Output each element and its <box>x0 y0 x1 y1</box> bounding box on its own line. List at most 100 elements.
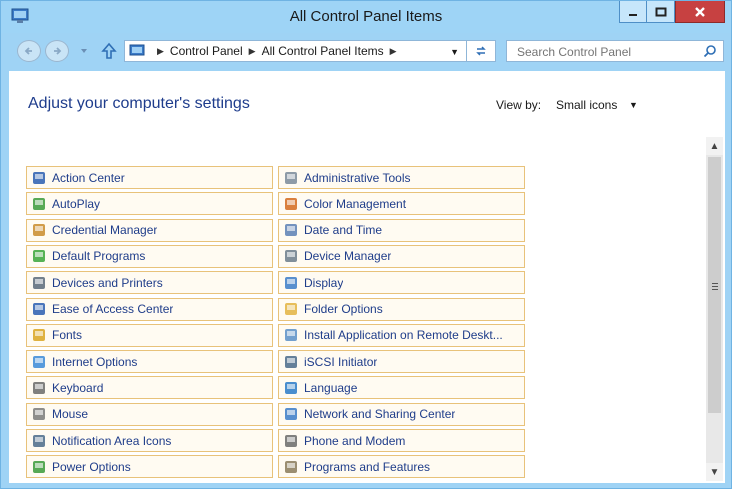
network-icon <box>285 408 297 421</box>
minimize-button[interactable] <box>619 1 647 23</box>
breadcrumb-chevron-icon[interactable]: ▶ <box>157 46 164 57</box>
scrollbar-grip-icon <box>712 283 718 292</box>
control-panel-item[interactable]: Folder Options <box>278 297 525 321</box>
breadcrumb-chevron-icon[interactable]: ▶ <box>249 46 256 57</box>
language-icon <box>285 381 297 394</box>
control-panel-item-label: Ease of Access Center <box>52 302 174 316</box>
control-panel-item-label: AutoPlay <box>52 196 101 211</box>
programs-icon <box>285 460 297 473</box>
flag-icon <box>33 171 45 184</box>
control-panel-item-label: Internet Options <box>52 354 138 369</box>
control-panel-item[interactable]: Phone and Modem <box>278 429 525 452</box>
credential-icon <box>33 224 45 237</box>
control-panel-item[interactable]: Fonts <box>26 323 273 347</box>
folder-icon <box>285 303 297 315</box>
close-icon <box>695 6 705 17</box>
control-panel-item[interactable]: Color Management <box>278 192 525 216</box>
search-icon[interactable] <box>703 44 717 58</box>
refresh-icon <box>476 46 486 56</box>
control-panel-item[interactable]: Power Options <box>26 455 273 479</box>
printer-icon <box>33 276 45 289</box>
control-panel-item[interactable]: Ease of Access Center <box>26 297 273 321</box>
control-panel-item-label: Programs and Features <box>304 459 431 474</box>
control-panel-item[interactable]: Action Center <box>26 166 273 189</box>
navigation-bar: ▶ Control Panel ▶ All Control Panel Item… <box>1 33 731 69</box>
scroll-up-arrow-icon[interactable]: ▲ <box>706 137 723 155</box>
control-panel-item-label: Power Options <box>52 459 131 474</box>
control-panel-item[interactable]: Keyboard <box>26 376 273 400</box>
control-panel-item[interactable]: Network and Sharing Center <box>278 402 525 426</box>
search-box[interactable] <box>506 40 724 62</box>
view-by-label: View by: <box>496 98 542 112</box>
recent-locations-chevron-icon[interactable] <box>79 46 89 56</box>
search-input[interactable] <box>515 42 699 62</box>
control-panel-item[interactable]: AutoPlay <box>26 192 273 216</box>
notification-icon <box>33 434 45 447</box>
breadcrumb-chevron-icon[interactable]: ▶ <box>390 46 397 57</box>
maximize-icon <box>655 7 666 16</box>
keyboard-icon <box>33 381 45 394</box>
close-button[interactable] <box>675 1 725 23</box>
address-bar[interactable]: ▶ Control Panel ▶ All Control Panel Item… <box>124 40 496 62</box>
control-panel-item-label: Language <box>304 380 358 395</box>
content-pane: Adjust your computer's settings View by:… <box>9 71 725 483</box>
control-panel-item-label: Default Programs <box>52 249 146 264</box>
breadcrumb-all-items[interactable]: All Control Panel Items <box>262 44 384 58</box>
scroll-down-arrow-icon[interactable]: ▼ <box>706 463 723 481</box>
control-panel-item[interactable]: Internet Options <box>26 350 273 374</box>
control-panel-item[interactable]: Display <box>278 271 525 295</box>
monitor-icon <box>285 276 297 289</box>
phone-icon <box>285 434 297 447</box>
control-panel-item[interactable]: Device Manager <box>278 244 525 268</box>
control-panel-item-label: iSCSI Initiator <box>304 354 378 369</box>
ease-of-access-icon <box>33 303 45 315</box>
up-arrow-icon[interactable] <box>100 42 118 60</box>
back-arrow-icon <box>24 47 32 55</box>
power-icon <box>33 460 45 473</box>
control-panel-item-label: Fonts <box>52 328 83 343</box>
control-panel-location-icon <box>129 44 145 56</box>
view-by-chevron-down-icon[interactable]: ▼ <box>629 100 638 110</box>
back-button[interactable] <box>17 40 41 62</box>
control-panel-item[interactable]: Administrative Tools <box>278 166 525 189</box>
clock-icon <box>285 224 297 237</box>
forward-button[interactable] <box>45 40 69 62</box>
mouse-icon <box>33 408 45 421</box>
control-panel-item[interactable]: Date and Time <box>278 218 525 242</box>
iscsi-icon <box>285 355 297 368</box>
control-panel-item[interactable]: Default Programs <box>26 244 273 268</box>
control-panel-item-label: Date and Time <box>304 223 383 238</box>
control-panel-item[interactable]: Notification Area Icons <box>26 429 273 452</box>
control-panel-item-label: Keyboard <box>52 380 104 395</box>
view-by-dropdown[interactable]: Small icons <box>556 98 617 112</box>
breadcrumb-control-panel[interactable]: Control Panel <box>170 44 243 58</box>
control-panel-window: All Control Panel Items ▶ Control Panel … <box>0 0 732 489</box>
vertical-scrollbar[interactable]: ▲ ▼ <box>706 137 723 481</box>
control-panel-item[interactable]: Programs and Features <box>278 455 525 479</box>
control-panel-item[interactable]: Install Application on Remote Deskt... <box>278 323 525 347</box>
control-panel-item-label: Install Application on Remote Deskt... <box>304 328 503 343</box>
title-bar[interactable]: All Control Panel Items <box>1 1 731 33</box>
maximize-button[interactable] <box>647 1 675 23</box>
minimize-icon <box>629 13 637 16</box>
control-panel-item[interactable]: Credential Manager <box>26 218 273 242</box>
control-panel-item[interactable]: Devices and Printers <box>26 271 273 295</box>
control-panel-item-label: Device Manager <box>304 249 392 264</box>
control-panel-item-label: Network and Sharing Center <box>304 407 456 422</box>
internet-icon <box>33 355 45 368</box>
control-panel-item[interactable]: Mouse <box>26 402 273 426</box>
control-panel-item[interactable]: Language <box>278 376 525 400</box>
control-panel-item-label: Administrative Tools <box>304 170 411 185</box>
control-panel-item-label: Color Management <box>304 196 407 211</box>
control-panel-item-label: Phone and Modem <box>304 433 406 448</box>
autoplay-icon <box>33 197 45 210</box>
refresh-button[interactable] <box>466 41 495 61</box>
fonts-icon <box>33 329 45 342</box>
scrollbar-thumb[interactable] <box>708 157 721 413</box>
control-panel-item-label: Folder Options <box>304 302 383 316</box>
address-dropdown-icon[interactable]: ▼ <box>450 47 459 57</box>
control-panel-item-label: Devices and Printers <box>52 275 163 290</box>
control-panel-item-label: Credential Manager <box>52 223 158 238</box>
control-panel-item[interactable]: iSCSI Initiator <box>278 350 525 374</box>
forward-arrow-icon <box>54 47 62 55</box>
